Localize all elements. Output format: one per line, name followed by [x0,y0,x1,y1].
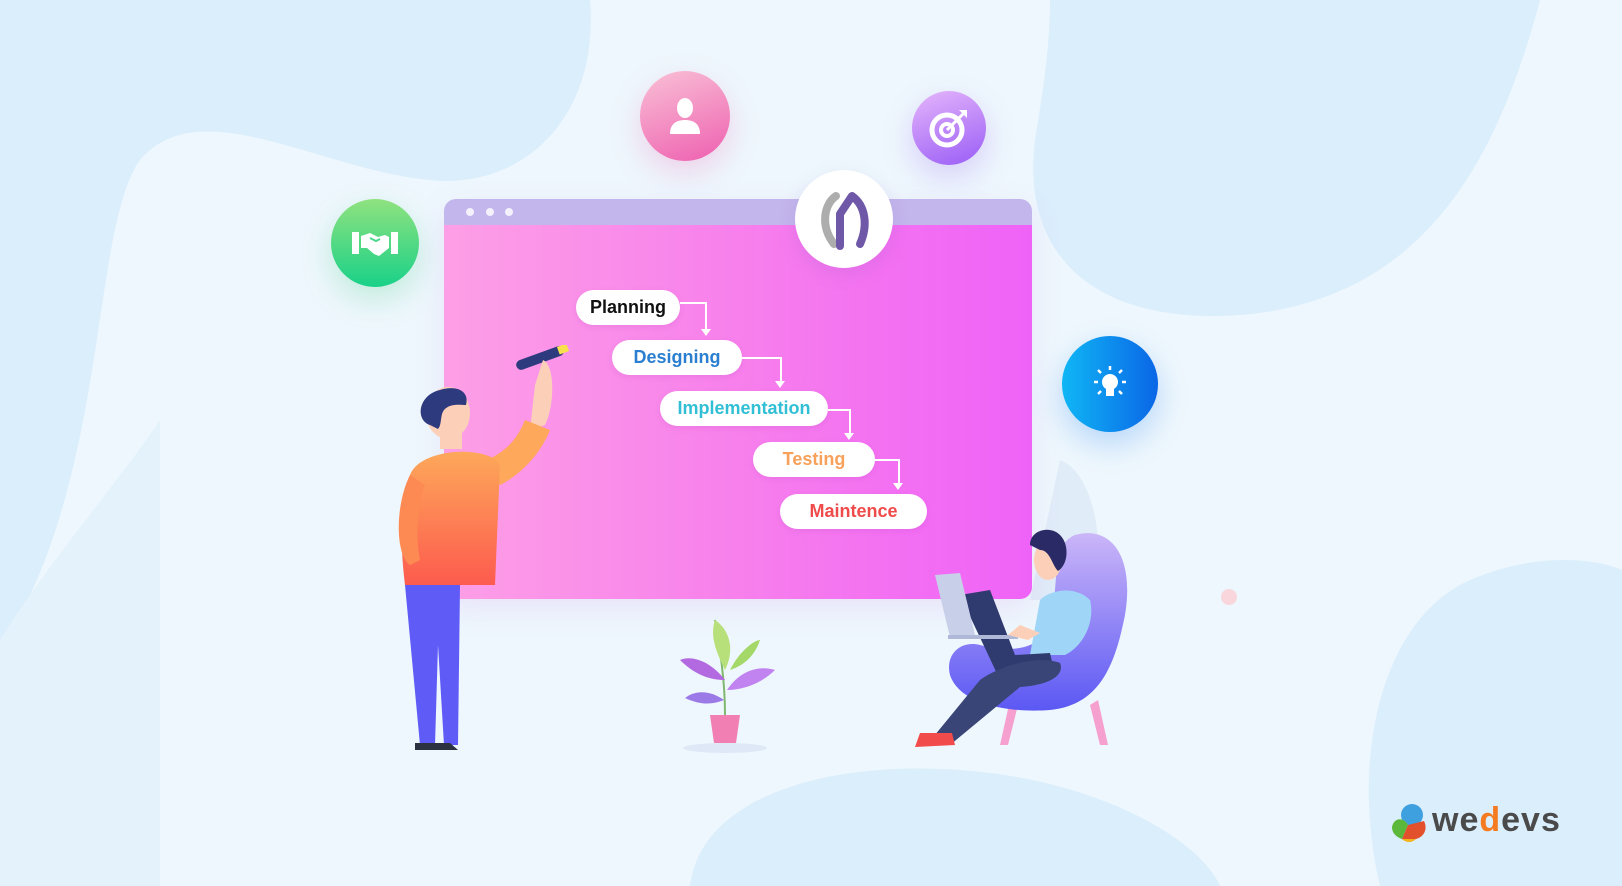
standing-man-illustration [398,345,570,750]
plant-illustration [680,619,775,753]
step-designing: Designing [612,340,742,375]
step-label: Planning [590,297,666,317]
window-dot [505,208,513,216]
handshake-badge [331,199,419,287]
target-icon [929,110,967,148]
lightbulb-badge [1062,336,1158,432]
step-testing: Testing [753,442,875,477]
lightbulb-icon [1094,366,1126,396]
app-logo-badge [795,170,893,268]
step-implementation: Implementation [660,391,828,426]
step-planning: Planning [576,290,680,325]
connector [680,302,707,332]
window-dot [486,208,494,216]
connector [875,459,900,486]
step-label: Designing [633,347,721,367]
handshake-icon [352,232,398,256]
step-label: Maintence [809,501,898,521]
wordmark-we: we [1432,801,1480,839]
wedevs-wordmark: wedevs [1432,801,1561,840]
wordmark-evs: evs [1501,801,1561,839]
step-label: Testing [782,449,846,469]
arrow-down-icon [775,381,785,388]
wordmark-d: d [1479,801,1502,839]
window-title-bar [444,199,1032,225]
target-badge [912,91,986,165]
seated-man-illustration [915,529,1128,747]
user-badge [640,71,730,161]
window-dot [466,208,474,216]
step-label: Implementation [677,398,811,418]
connector [828,409,851,436]
arrow-down-icon [893,483,903,490]
wedevs-brand: wedevs [1390,801,1570,843]
connector [742,357,782,384]
wedevs-logo-icon [1392,804,1426,842]
arrow-down-icon [701,329,711,336]
user-icon [670,98,700,134]
project-manager-logo [821,192,869,250]
arrow-down-icon [844,433,854,440]
